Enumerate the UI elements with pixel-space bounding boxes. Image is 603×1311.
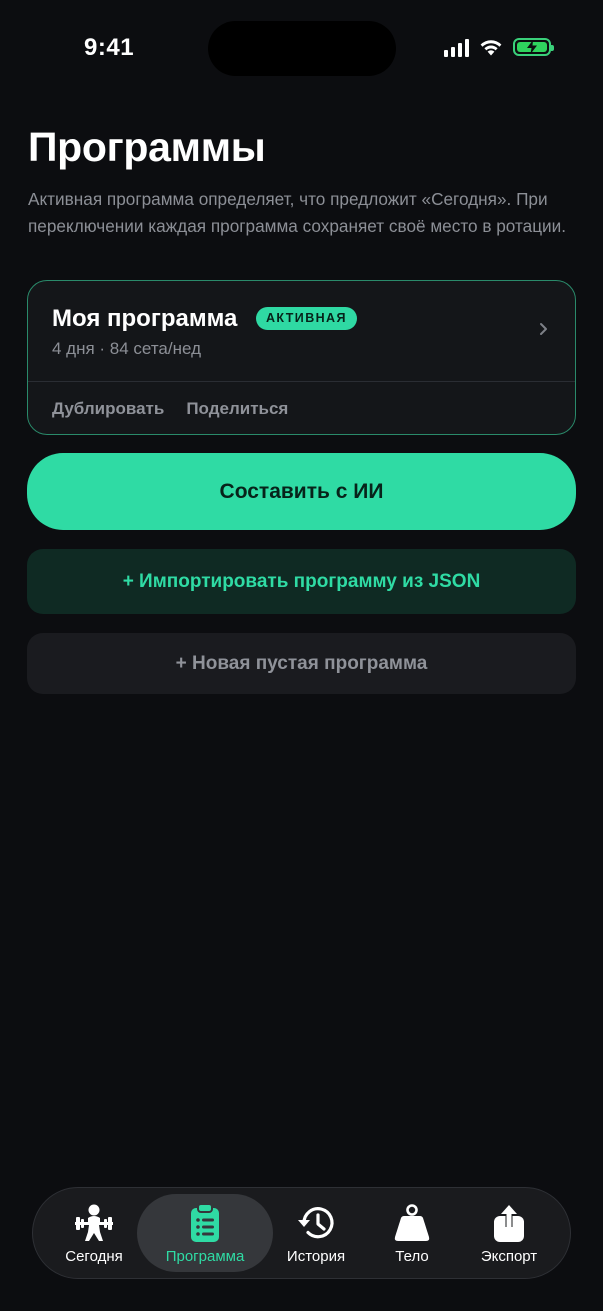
page-title: Программы: [28, 124, 266, 170]
tab-history[interactable]: История: [271, 1194, 361, 1272]
tab-program[interactable]: Программа: [137, 1194, 273, 1272]
program-meta: 4 дня · 84 сета/нед: [52, 339, 201, 358]
tab-label: Сегодня: [65, 1248, 123, 1265]
tab-today[interactable]: Сегодня: [47, 1194, 141, 1272]
battery-charging-icon: [513, 38, 554, 56]
program-card: Моя программа АКТИВНАЯ 4 дня · 84 сета/н…: [27, 280, 576, 435]
share-icon: [487, 1202, 531, 1244]
status-icons: [444, 37, 554, 57]
tab-body[interactable]: Тело: [369, 1194, 455, 1272]
wifi-icon: [480, 40, 502, 56]
history-icon: [294, 1202, 338, 1244]
duplicate-button[interactable]: Дублировать: [52, 399, 164, 419]
dynamic-island: [208, 21, 396, 76]
cellular-signal-icon: [444, 37, 469, 57]
weight-icon: [390, 1202, 434, 1244]
clipboard-list-icon: [183, 1202, 227, 1244]
tab-label: История: [286, 1248, 346, 1265]
share-button[interactable]: Поделиться: [186, 399, 288, 419]
tab-export[interactable]: Экспорт: [463, 1194, 555, 1272]
program-name: Моя программа: [52, 305, 238, 332]
tab-label: Программа: [165, 1248, 245, 1265]
compose-with-ai-button[interactable]: Составить с ИИ: [27, 453, 576, 530]
status-time: 9:41: [84, 34, 135, 61]
tab-label: Тело: [395, 1248, 429, 1265]
program-card-open[interactable]: Моя программа АКТИВНАЯ 4 дня · 84 сета/н…: [28, 281, 575, 381]
active-badge: АКТИВНАЯ: [256, 307, 357, 330]
tab-bar: Сегодня Программа История Тело Экспорт: [32, 1187, 571, 1279]
tab-label: Экспорт: [480, 1248, 538, 1265]
chevron-right-icon: [540, 323, 547, 335]
card-actions: Дублировать Поделиться: [52, 399, 288, 419]
page-description: Активная программа определяет, что предл…: [28, 189, 567, 236]
new-empty-program-button[interactable]: + Новая пустая программа: [27, 633, 576, 694]
weightlifter-icon: [72, 1202, 116, 1244]
import-json-button[interactable]: + Импортировать программу из JSON: [27, 549, 576, 614]
card-divider: [28, 381, 575, 382]
